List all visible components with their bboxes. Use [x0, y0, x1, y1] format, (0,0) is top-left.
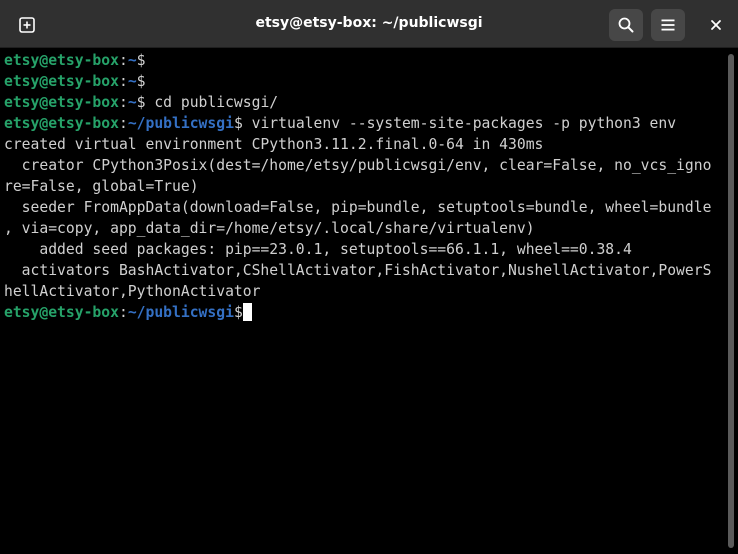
command-text: virtualenv --system-site-packages -p pyt…	[242, 115, 677, 132]
scrollbar-thumb[interactable]	[728, 54, 734, 548]
header-bar: etsy@etsy-box: ~/publicwsgi	[0, 0, 738, 48]
prompt-line: etsy@etsy-box:~/publicwsgi$	[4, 302, 726, 323]
main-menu-button[interactable]	[651, 9, 685, 41]
terminal-window: etsy@etsy-box: ~/publicwsgi etsy@etsy-bo…	[0, 0, 738, 554]
new-tab-plus-icon	[19, 17, 35, 33]
prompt-line: etsy@etsy-box:~$	[4, 50, 726, 71]
new-tab-button[interactable]	[10, 9, 44, 41]
prompt-user: etsy@etsy-box	[4, 52, 119, 69]
prompt-separator: :	[118, 115, 128, 132]
prompt-path: ~/publicwsgi	[127, 115, 234, 132]
prompt-user: etsy@etsy-box	[4, 304, 119, 321]
scrollbar[interactable]	[728, 50, 736, 550]
prompt-separator: :	[118, 304, 128, 321]
output-text: hellActivator,PythonActivator	[4, 283, 261, 300]
output-line: activators BashActivator,CShellActivator…	[4, 260, 726, 281]
text-cursor	[242, 303, 252, 321]
prompt-separator: :	[118, 52, 128, 69]
output-text: , via=copy, app_data_dir=/home/etsy/.loc…	[4, 220, 535, 237]
prompt-line: etsy@etsy-box:~/publicwsgi$ virtualenv -…	[4, 113, 726, 134]
prompt-line: etsy@etsy-box:~$	[4, 71, 726, 92]
close-button[interactable]	[699, 9, 733, 41]
output-line: creator CPython3Posix(dest=/home/etsy/pu…	[4, 155, 726, 176]
terminal-output[interactable]: etsy@etsy-box:~$ etsy@etsy-box:~$ etsy@ets…	[4, 50, 726, 554]
prompt-path: ~	[127, 52, 137, 69]
prompt-path: ~	[127, 94, 137, 111]
search-button[interactable]	[609, 9, 643, 41]
output-line: , via=copy, app_data_dir=/home/etsy/.loc…	[4, 218, 726, 239]
output-text: created virtual environment CPython3.11.…	[4, 136, 544, 153]
prompt-user: etsy@etsy-box	[4, 73, 119, 90]
prompt-symbol: $	[233, 115, 243, 132]
hamburger-menu-icon	[661, 19, 675, 31]
output-line: re=False, global=True)	[4, 176, 726, 197]
prompt-user: etsy@etsy-box	[4, 115, 119, 132]
output-line: created virtual environment CPython3.11.…	[4, 134, 726, 155]
prompt-separator: :	[118, 73, 128, 90]
command-text: cd publicwsgi/	[145, 94, 279, 111]
prompt-path: ~/publicwsgi	[127, 304, 234, 321]
prompt-symbol: $	[136, 73, 146, 90]
output-line: added seed packages: pip==23.0.1, setupt…	[4, 239, 726, 260]
output-text: re=False, global=True)	[4, 178, 199, 195]
prompt-symbol: $	[136, 52, 146, 69]
output-text: seeder FromAppData(download=False, pip=b…	[4, 199, 712, 216]
output-line: seeder FromAppData(download=False, pip=b…	[4, 197, 726, 218]
prompt-path: ~	[127, 73, 137, 90]
output-text: creator CPython3Posix(dest=/home/etsy/pu…	[4, 157, 712, 174]
prompt-symbol: $	[233, 304, 243, 321]
prompt-symbol: $	[136, 94, 146, 111]
search-icon	[618, 17, 634, 33]
prompt-user: etsy@etsy-box	[4, 94, 119, 111]
prompt-line: etsy@etsy-box:~$ cd publicwsgi/	[4, 92, 726, 113]
output-line: hellActivator,PythonActivator	[4, 281, 726, 302]
close-icon	[711, 20, 721, 30]
output-text: added seed packages: pip==23.0.1, setupt…	[4, 241, 632, 258]
output-text: activators BashActivator,CShellActivator…	[4, 262, 712, 279]
prompt-separator: :	[118, 94, 128, 111]
window-title: etsy@etsy-box: ~/publicwsgi	[255, 15, 483, 31]
